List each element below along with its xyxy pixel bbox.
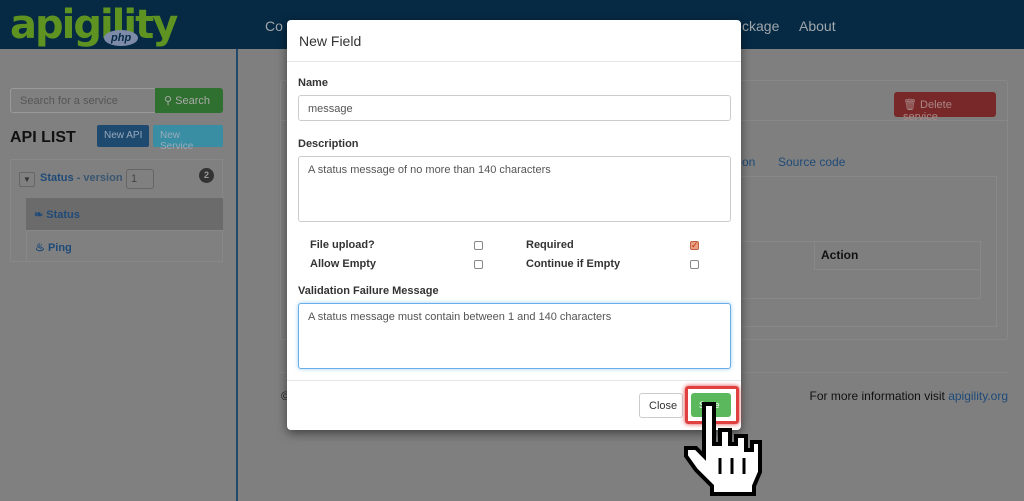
version-select[interactable]: 1 xyxy=(126,169,154,189)
nav-link-about[interactable]: About xyxy=(799,18,836,34)
file-upload-label: File upload? xyxy=(310,239,375,251)
close-button[interactable]: Close xyxy=(639,393,683,418)
hand-cursor-icon xyxy=(684,402,762,496)
name-input[interactable]: message xyxy=(298,95,731,121)
fire-icon: ♨ xyxy=(35,242,45,254)
description-label: Description xyxy=(298,138,359,150)
delete-service-button[interactable]: 🗑 Delete service xyxy=(894,92,996,123)
trash-icon: 🗑 xyxy=(903,99,917,111)
required-checkbox[interactable]: ✓ xyxy=(690,241,699,250)
modal-title: New Field xyxy=(287,20,741,62)
api-name[interactable]: Status xyxy=(40,172,74,184)
allow-empty-label: Allow Empty xyxy=(310,258,377,270)
search-button[interactable]: ⚲ Search xyxy=(155,88,223,113)
validation-message-textarea[interactable]: A status message must contain between 1 … xyxy=(298,303,731,369)
required-label: Required xyxy=(526,239,574,251)
nav-link-package[interactable]: ckage xyxy=(742,18,779,34)
name-label: Name xyxy=(298,77,328,89)
continue-if-empty-label: Continue if Empty xyxy=(526,258,621,270)
api-panel: ▼ Status - version 1 2 ❧ Status ♨ Ping xyxy=(10,159,223,262)
new-api-button[interactable]: New API xyxy=(97,125,150,147)
chevron-down-icon[interactable]: ▼ xyxy=(19,172,35,187)
validation-label: Validation Failure Message xyxy=(298,285,439,297)
search-icon: ⚲ xyxy=(164,95,176,107)
sidebar xyxy=(0,49,238,501)
continue-if-empty-checkbox[interactable] xyxy=(690,260,699,269)
tab-source-code[interactable]: Source code xyxy=(778,155,845,169)
file-upload-checkbox[interactable] xyxy=(474,241,483,250)
logo-badge: php xyxy=(104,30,139,46)
new-field-modal: New Field Name message Description A sta… xyxy=(287,20,741,430)
footer-info: For more information visit apigility.org xyxy=(809,389,1008,403)
tab-documentation[interactable]: on xyxy=(742,155,755,169)
new-service-button[interactable]: New Service xyxy=(153,125,223,152)
service-item-status[interactable]: ❧ Status xyxy=(26,198,223,230)
table-header-action: Action xyxy=(814,241,981,270)
leaf-icon: ❧ xyxy=(34,209,44,221)
allow-empty-checkbox[interactable] xyxy=(474,260,483,269)
logo[interactable]: apigility xyxy=(10,2,178,48)
description-textarea[interactable]: A status message of no more than 140 cha… xyxy=(298,156,731,222)
modal-footer xyxy=(287,380,741,381)
api-list-title: API LIST xyxy=(10,129,76,146)
service-count-badge: 2 xyxy=(199,168,214,183)
service-item-ping[interactable]: ♨ Ping xyxy=(26,230,223,262)
search-input[interactable]: Search for a service xyxy=(10,88,156,113)
nav-link-content[interactable]: Co xyxy=(265,18,283,34)
footer-link[interactable]: apigility.org xyxy=(948,389,1008,403)
